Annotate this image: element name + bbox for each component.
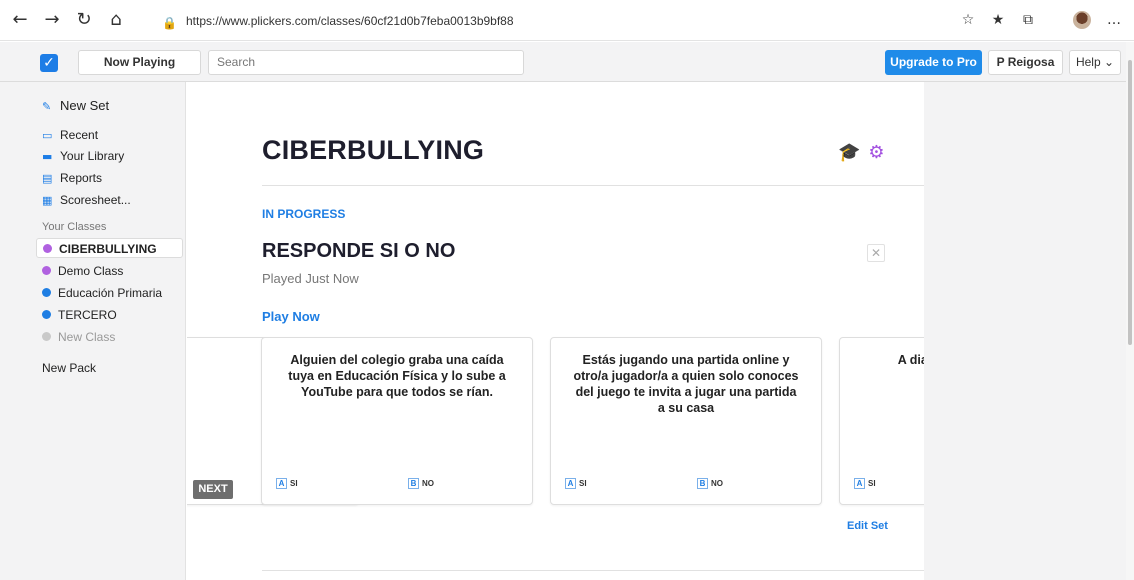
more-icon[interactable]: … — [1104, 10, 1124, 30]
profile-avatar[interactable] — [1073, 11, 1091, 29]
question-card[interactable]: A diario rec Wha com ASI — [839, 337, 924, 505]
divider — [262, 570, 924, 571]
user-menu-button[interactable]: P Reigosa — [988, 50, 1063, 75]
back-icon[interactable]: ← — [8, 8, 32, 32]
folder-icon: ▬ — [42, 150, 53, 163]
recent-icon: ▭ — [42, 129, 53, 142]
question-card[interactable]: Estás jugando una partida online y otro/… — [550, 337, 822, 505]
scoresheet-icon: ▦ — [42, 194, 53, 207]
now-playing-button[interactable]: Now Playing — [78, 50, 201, 75]
answer-a: A SI — [565, 478, 587, 489]
main-content: CIBERBULLYING 🎓 ⚙ IN PROGRESS RESPONDE SI… — [187, 82, 924, 580]
sidebar-item-reports[interactable]: ▤ Reports — [42, 169, 102, 187]
url-text: https://www.plickers.com/classes/60cf21d… — [186, 14, 514, 28]
answer-a: A SI — [854, 478, 876, 489]
play-now-link[interactable]: Play Now — [262, 309, 320, 324]
new-class-button[interactable]: New Class — [36, 327, 183, 347]
page-title: CIBERBULLYING — [262, 135, 485, 165]
answer-b: B NO — [408, 478, 434, 489]
class-item-tercero[interactable]: TERCERO — [36, 305, 183, 325]
close-icon[interactable]: ✕ — [867, 244, 885, 262]
class-item-ciberbullying[interactable]: CIBERBULLYING — [36, 238, 183, 258]
divider — [262, 185, 924, 186]
home-icon[interactable]: ⌂ — [104, 8, 128, 32]
upgrade-button[interactable]: Upgrade to Pro — [885, 50, 982, 75]
read-aloud-icon[interactable]: ☆ — [958, 10, 978, 30]
question-text: A diario rec Wha com — [897, 353, 924, 367]
lock-icon: 🔒 — [162, 16, 177, 30]
class-color-dot — [42, 310, 51, 319]
edit-set-link[interactable]: Edit Set — [847, 520, 888, 532]
class-color-dot — [42, 288, 51, 297]
question-text: Estás jugando una partida online y otro/… — [573, 353, 799, 415]
graduation-cap-icon[interactable]: 🎓 — [838, 142, 860, 163]
question-card[interactable]: Alguien del colegio graba una caída tuya… — [261, 337, 533, 505]
class-item-primaria[interactable]: Educación Primaria — [36, 283, 183, 303]
scrollbar-thumb[interactable] — [1128, 60, 1132, 345]
gear-icon[interactable]: ⚙ — [868, 142, 884, 163]
address-bar[interactable]: 🔒 https://www.plickers.com/classes/60cf21… — [162, 10, 862, 32]
answer-b: B NO — [697, 478, 723, 489]
forward-icon[interactable]: → — [40, 8, 64, 32]
browser-toolbar: ← → ↻ ⌂ 🔒 https://www.plickers.com/classe… — [0, 0, 1134, 41]
title-actions: 🎓 ⚙ — [830, 142, 885, 163]
collections-icon[interactable]: ⧉ — [1018, 10, 1038, 30]
new-set-icon: ✎ — [42, 100, 52, 113]
app-header: ✓ Now Playing Search Upgrade to Pro P Re… — [0, 42, 1134, 82]
add-icon — [42, 332, 51, 341]
question-text: Alguien del colegio graba una caída tuya… — [288, 353, 506, 399]
sidebar-item-new-set[interactable]: ✎ New Set — [42, 97, 109, 115]
played-time: Played Just Now — [262, 271, 359, 286]
sidebar: ✎ New Set ▭ Recent ▬ Your Library ▤ Reports … — [0, 82, 186, 580]
page-scrollbar[interactable] — [1126, 42, 1134, 580]
next-button[interactable]: NEXT — [193, 480, 233, 499]
sidebar-item-recent[interactable]: ▭ Recent — [42, 126, 98, 144]
refresh-icon[interactable]: ↻ — [72, 8, 96, 32]
new-pack-button[interactable]: New Pack — [42, 359, 96, 377]
class-color-dot — [43, 244, 52, 253]
sidebar-item-library[interactable]: ▬ Your Library — [42, 147, 124, 165]
classes-heading: Your Classes — [42, 221, 107, 233]
answer-a: A SI — [276, 478, 298, 489]
status-label: IN PROGRESS — [262, 207, 346, 221]
class-color-dot — [42, 266, 51, 275]
class-item-demo[interactable]: Demo Class — [36, 261, 183, 281]
help-button[interactable]: Help ⌄ — [1069, 50, 1121, 75]
favorites-icon[interactable]: ★ — [988, 10, 1008, 30]
set-title[interactable]: RESPONDE SI O NO — [262, 240, 455, 263]
sidebar-item-scoresheet[interactable]: ▦ Scoresheet... — [42, 191, 131, 209]
right-panel — [924, 82, 1126, 580]
reports-icon: ▤ — [42, 172, 53, 185]
search-input[interactable]: Search — [208, 50, 524, 75]
plickers-logo-icon[interactable]: ✓ — [40, 54, 58, 72]
